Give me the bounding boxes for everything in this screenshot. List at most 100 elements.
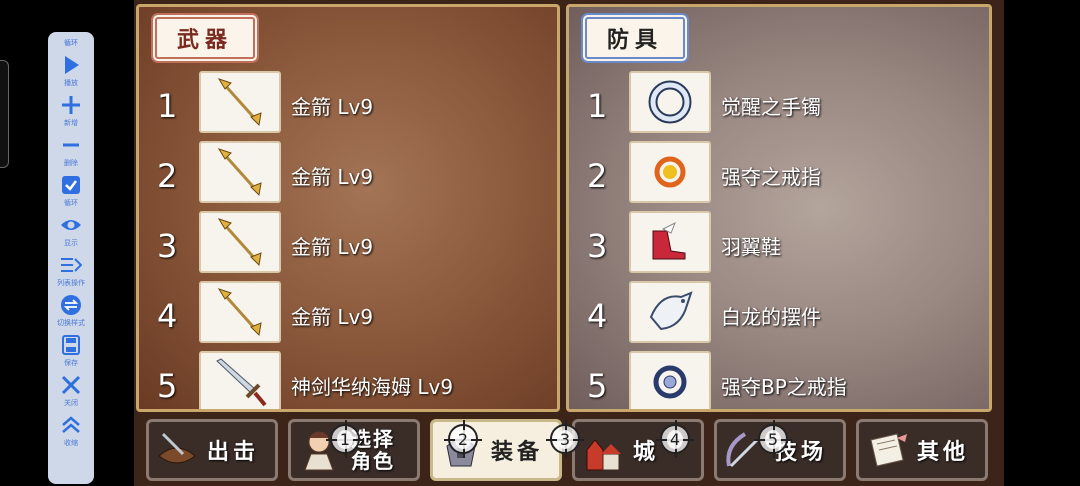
minus-icon: [63, 143, 79, 147]
armor-slot[interactable]: [629, 351, 711, 409]
game-screen: 武器 1 金箭 Lv9 2 金箭 Lv9 3 金箭 Lv9 4 金箭 Lv9 5…: [134, 0, 1004, 486]
toolbar-play[interactable]: 播放: [60, 54, 82, 88]
scroll-icon: [870, 433, 907, 467]
plus-icon: [62, 96, 80, 114]
touch-marker[interactable]: 3: [546, 420, 584, 458]
weapon-slot[interactable]: [199, 141, 281, 203]
armor-name: 白龙的摆件: [721, 305, 821, 329]
bracelet-icon: [648, 80, 692, 124]
touch-marker[interactable]: 2: [444, 420, 482, 458]
toolbar-list-label: 列表操作: [57, 279, 85, 287]
close-icon: [61, 375, 81, 395]
armor-name: 强夺BP之戒指: [721, 375, 847, 399]
golden-arrow-icon: [217, 288, 262, 337]
toolbar-delete-label: 删除: [64, 159, 78, 167]
armor-row[interactable]: 2 强夺之戒指: [569, 141, 989, 207]
armor-slot-number: 5: [587, 367, 608, 405]
eye-icon: [61, 220, 81, 230]
toolbar-play-label: 播放: [64, 79, 78, 87]
armor-row[interactable]: 4 白龙的摆件: [569, 281, 989, 347]
touch-marker-number: 3: [556, 429, 574, 449]
macro-toolbar: 循环 播放 新增 删除 循环 显示 列表操作 切换样式 保存 关闭 收缩: [48, 32, 94, 484]
golden-arrow-icon: [217, 218, 262, 267]
save-icon: [62, 335, 80, 355]
weapon-row[interactable]: 2 金箭 Lv9: [139, 141, 557, 207]
weapon-name: 金箭 Lv9: [291, 165, 374, 189]
weapon-name: 金箭 Lv9: [291, 235, 374, 259]
touch-marker[interactable]: 5: [754, 420, 792, 458]
armor-name: 羽翼鞋: [721, 235, 781, 259]
touch-marker[interactable]: 4: [656, 420, 694, 458]
toolbar-loop-label: 循环: [64, 199, 78, 207]
list-icon: [61, 258, 82, 272]
golden-arrow-icon: [217, 148, 262, 197]
weapon-slot-number: 2: [157, 157, 178, 195]
armor-title: 防具: [585, 17, 686, 59]
toolbar-close[interactable]: 关闭: [60, 374, 82, 408]
armor-slot[interactable]: [629, 141, 711, 203]
toolbar-save[interactable]: 保存: [60, 334, 82, 368]
armor-slot[interactable]: [629, 281, 711, 343]
weapon-name: 金箭 Lv9: [291, 305, 374, 329]
sortie-icon: [158, 432, 196, 464]
armor-slot[interactable]: [629, 211, 711, 273]
touch-marker[interactable]: 1: [326, 420, 364, 458]
toolbar-loop[interactable]: 循环: [60, 174, 82, 208]
toolbar-add-label: 新增: [64, 119, 78, 127]
sortie-button[interactable]: 出击: [146, 419, 278, 481]
toolbar-delete[interactable]: 删除: [60, 134, 82, 168]
armor-slot[interactable]: [629, 71, 711, 133]
select-character-line2: 角色: [351, 449, 395, 473]
golden-arrow-icon: [217, 78, 262, 127]
armor-name: 觉醒之手镯: [721, 95, 821, 119]
armor-slot-number: 2: [587, 157, 608, 195]
armor-row[interactable]: 3 羽翼鞋: [569, 211, 989, 277]
armor-slot-number: 3: [587, 227, 608, 265]
weapon-slot[interactable]: [199, 351, 281, 409]
weapon-slot-number: 5: [157, 367, 178, 405]
toolbar-list[interactable]: 列表操作: [57, 254, 85, 288]
edge-handle[interactable]: [0, 60, 9, 168]
weapon-slot-number: 4: [157, 297, 178, 335]
weapon-row[interactable]: 3 金箭 Lv9: [139, 211, 557, 277]
toolbar-top-label: 循环: [64, 39, 78, 47]
weapon-name: 神剑华纳海姆 Lv9: [291, 375, 454, 399]
weapon-row[interactable]: 5 神剑华纳海姆 Lv9: [139, 351, 557, 409]
touch-marker-number: 4: [666, 429, 684, 449]
armor-panel: 防具 1 觉醒之手镯 2 强夺之戒指 3 羽翼鞋 4 白龙的摆件 5 强夺BP之…: [566, 4, 992, 412]
weapon-slot-number: 1: [157, 87, 178, 125]
collapse-icon: [62, 416, 80, 433]
weapon-slot-number: 3: [157, 227, 178, 265]
toolbar-collapse-label: 收缩: [64, 439, 78, 447]
equipment-label: 装备: [491, 440, 544, 465]
other-button[interactable]: 其他: [856, 419, 988, 481]
weapon-slot[interactable]: [199, 211, 281, 273]
ring-icon: [654, 156, 686, 188]
weapon-slot[interactable]: [199, 281, 281, 343]
armor-name: 强夺之戒指: [721, 165, 821, 189]
equipment-button[interactable]: 装备: [430, 419, 562, 481]
winged-shoes-icon: [652, 221, 686, 260]
weapon-slot[interactable]: [199, 71, 281, 133]
checkbox-icon: [62, 176, 80, 194]
armor-row[interactable]: 5 强夺BP之戒指: [569, 351, 989, 409]
sword-icon: [216, 358, 267, 407]
toolbar-switch[interactable]: 切换样式: [57, 294, 85, 328]
armor-slot-number: 1: [587, 87, 608, 125]
weapon-name: 金箭 Lv9: [291, 95, 374, 119]
touch-marker-number: 1: [336, 429, 354, 449]
switch-icon: [61, 295, 81, 315]
weapons-title: 武器: [155, 17, 256, 59]
armor-row[interactable]: 1 觉醒之手镯: [569, 71, 989, 137]
weapon-row[interactable]: 4 金箭 Lv9: [139, 281, 557, 347]
toolbar-save-label: 保存: [64, 359, 78, 367]
armor-slot-number: 4: [587, 297, 608, 335]
toolbar-show[interactable]: 显示: [60, 214, 82, 248]
touch-marker-number: 2: [454, 429, 472, 449]
toolbar-collapse[interactable]: 收缩: [60, 414, 82, 448]
toolbar-switch-label: 切换样式: [57, 319, 85, 327]
weapon-row[interactable]: 1 金箭 Lv9: [139, 71, 557, 137]
toolbar-add[interactable]: 新增: [60, 94, 82, 128]
weapons-panel: 武器 1 金箭 Lv9 2 金箭 Lv9 3 金箭 Lv9 4 金箭 Lv9 5…: [136, 4, 560, 412]
other-label: 其他: [917, 440, 970, 465]
